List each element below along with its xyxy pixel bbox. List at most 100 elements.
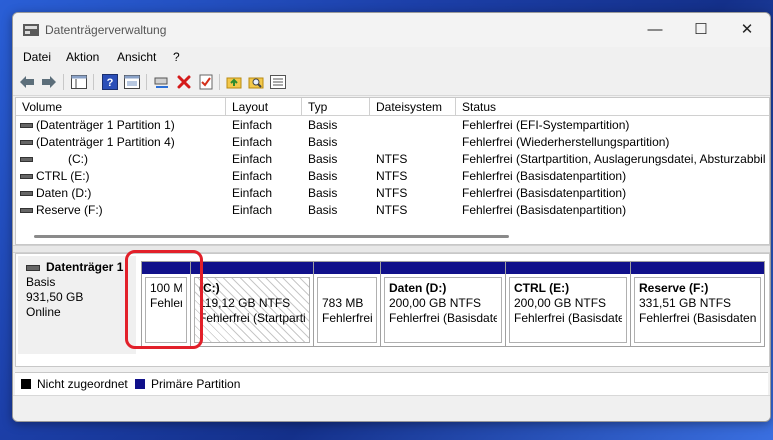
partition-status: Fehlerfrei (Basisdatenp (639, 311, 756, 325)
table-row[interactable]: (Datenträger 1 Partition 4) Einfach Basi… (16, 134, 769, 151)
volume-icon (20, 140, 33, 145)
partition-size: 783 MB (322, 296, 364, 310)
table-row[interactable]: CTRL (E:) Einfach Basis NTFS Fehlerfrei … (16, 168, 769, 185)
close-button[interactable]: ✕ (724, 13, 770, 47)
partition-name: CTRL (E:) (514, 281, 570, 295)
folder-up-icon[interactable] (225, 73, 243, 91)
partition-c[interactable]: (C:) 119,12 GB NTFS Fehlerfrei (Startpar… (190, 261, 314, 347)
disk-management-app-icon (23, 24, 39, 36)
legend-unallocated: Nicht zugeordnet (37, 377, 128, 391)
delete-icon[interactable] (175, 73, 193, 91)
partition-name: (C:) (199, 281, 220, 295)
volume-layout: Einfach (232, 118, 273, 132)
volume-fs: NTFS (376, 186, 408, 200)
primary-partition-bar (506, 262, 630, 274)
help-icon[interactable]: ? (101, 73, 119, 91)
window-title: Datenträgerverwaltung (45, 23, 167, 37)
list-view-icon[interactable] (269, 73, 287, 91)
svg-text:?: ? (107, 77, 114, 89)
primary-partition-bar (314, 262, 380, 274)
menu-datei[interactable]: Datei (23, 50, 51, 64)
disk-state: Online (26, 305, 61, 319)
properties-icon[interactable] (123, 73, 141, 91)
primary-partition-bar (381, 262, 505, 274)
partition-name: Daten (D:) (389, 281, 447, 295)
volume-list: Volume Layout Typ Dateisystem Status (Da… (15, 97, 770, 245)
volume-layout: Einfach (232, 186, 273, 200)
volume-type: Basis (308, 203, 338, 217)
partition-recovery[interactable]: 783 MB Fehlerfrei (313, 261, 381, 347)
forward-icon[interactable] (40, 73, 58, 91)
partition-status: Fehlerfrei (Startpartit (199, 311, 305, 325)
volume-fs: NTFS (376, 152, 408, 166)
volume-fs: NTFS (376, 203, 408, 217)
toolbar: ? (13, 69, 770, 96)
col-header-dateisystem[interactable]: Dateisystem (370, 98, 456, 116)
volume-fs: NTFS (376, 169, 408, 183)
menu-help[interactable]: ? (173, 50, 180, 64)
volume-layout: Einfach (232, 152, 273, 166)
status-bar (13, 395, 770, 421)
table-row[interactable]: Reserve (F:) Einfach Basis NTFS Fehlerfr… (16, 202, 769, 219)
legend: Nicht zugeordnet Primäre Partition (15, 372, 768, 395)
table-row[interactable]: Daten (D:) Einfach Basis NTFS Fehlerfrei… (16, 185, 769, 202)
volume-type: Basis (308, 169, 338, 183)
volume-name: (C:) (68, 152, 88, 166)
search-folder-icon[interactable] (247, 73, 265, 91)
unallocated-swatch (21, 379, 31, 389)
partition-size: 119,12 GB NTFS (199, 296, 291, 310)
disk-name: Datenträger 1 (46, 260, 124, 274)
volume-layout: Einfach (232, 203, 273, 217)
volume-type: Basis (308, 186, 338, 200)
partition-d[interactable]: Daten (D:) 200,00 GB NTFS Fehlerfrei (Ba… (380, 261, 506, 347)
volume-name: (Datenträger 1 Partition 4) (36, 135, 175, 149)
primary-partition-swatch (135, 379, 145, 389)
volume-layout: Einfach (232, 169, 273, 183)
partition-size: 331,51 GB NTFS (639, 296, 732, 310)
volume-type: Basis (308, 152, 338, 166)
pane-splitter[interactable] (13, 245, 770, 253)
disk-size: 931,50 GB (26, 290, 84, 304)
volume-icon (20, 208, 33, 213)
horizontal-scrollbar[interactable] (16, 230, 769, 244)
back-icon[interactable] (18, 73, 36, 91)
disk-info[interactable]: Datenträger 1 Basis 931,50 GB Online (18, 256, 136, 354)
disk-management-window: Datenträgerverwaltung — ☐ ✕ Datei Aktion… (12, 12, 771, 422)
volume-icon (20, 157, 33, 162)
maximize-button[interactable]: ☐ (678, 13, 724, 47)
table-row[interactable]: (C:) Einfach Basis NTFS Fehlerfrei (Star… (16, 151, 769, 168)
volume-name: CTRL (E:) (36, 169, 90, 183)
check-icon[interactable] (197, 73, 215, 91)
scrollbar-thumb[interactable] (34, 235, 509, 238)
partition-status: Fehlerfrei (Basisdater (389, 311, 497, 325)
partition-f[interactable]: Reserve (F:) 331,51 GB NTFS Fehlerfrei (… (630, 261, 765, 347)
console-tree-icon[interactable] (70, 73, 88, 91)
legend-primary: Primäre Partition (151, 377, 241, 391)
col-header-layout[interactable]: Layout (226, 98, 302, 116)
volume-name: (Datenträger 1 Partition 1) (36, 118, 175, 132)
partition-name: Reserve (F:) (639, 281, 709, 295)
menu-ansicht[interactable]: Ansicht (117, 50, 156, 64)
volume-type: Basis (308, 118, 338, 132)
title-bar: Datenträgerverwaltung — ☐ ✕ (13, 13, 770, 47)
menu-aktion[interactable]: Aktion (66, 50, 99, 64)
partition-e[interactable]: CTRL (E:) 200,00 GB NTFS Fehlerfrei (Bas… (505, 261, 631, 347)
partition-status: Fehlerfrei (322, 311, 372, 325)
volume-status: Fehlerfrei (Basisdatenpartition) (462, 186, 627, 200)
volume-icon (20, 191, 33, 196)
col-header-volume[interactable]: Volume (16, 98, 226, 116)
col-header-typ[interactable]: Typ (302, 98, 370, 116)
volume-status: Fehlerfrei (EFI-Systempartition) (462, 118, 630, 132)
volume-name: Reserve (F:) (36, 203, 103, 217)
partition-status: Fehlerfrei (Basisdater (514, 311, 622, 325)
annotation-highlight-box (125, 250, 203, 349)
disk-icon (26, 265, 40, 271)
col-header-status[interactable]: Status (456, 98, 769, 116)
volume-icon (20, 174, 33, 179)
volume-type: Basis (308, 135, 338, 149)
minimize-button[interactable]: — (632, 13, 678, 47)
volume-status: Fehlerfrei (Basisdatenpartition) (462, 203, 627, 217)
partition-size: 200,00 GB NTFS (514, 296, 607, 310)
table-row[interactable]: (Datenträger 1 Partition 1) Einfach Basi… (16, 117, 769, 134)
connect-icon[interactable] (153, 73, 171, 91)
